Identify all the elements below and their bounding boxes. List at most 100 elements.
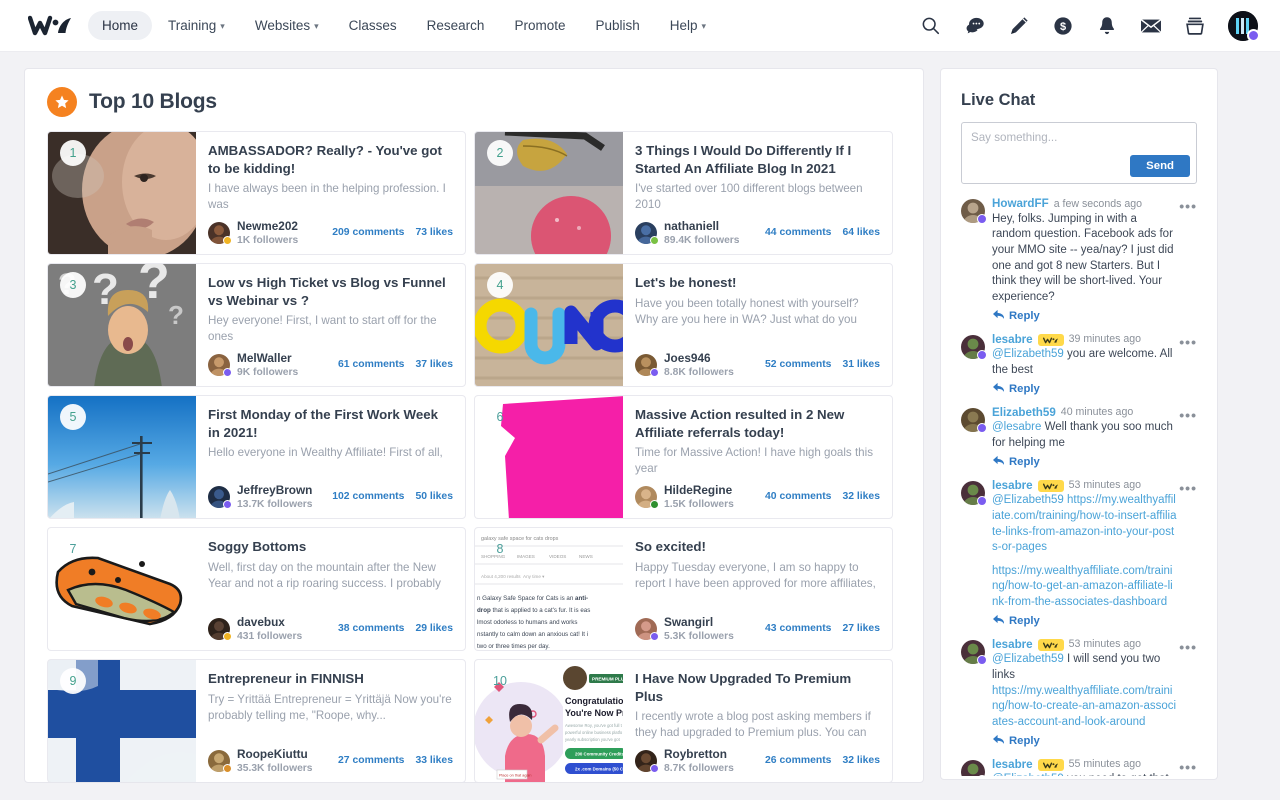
author-name[interactable]: Swangirl (664, 616, 734, 630)
nav-item-research[interactable]: Research (413, 11, 499, 40)
blog-card[interactable]: Place on that again PREMIUM PLUS Congrat… (474, 659, 893, 782)
blog-title[interactable]: Entrepreneur in FINNISH (208, 670, 453, 688)
author-avatar[interactable] (635, 486, 659, 510)
comment-count[interactable]: 38 comments (338, 623, 404, 634)
chat-icon[interactable] (964, 15, 986, 37)
message-more-options-icon[interactable]: ••• (1179, 408, 1197, 422)
author-name[interactable]: nathaniell (664, 220, 740, 234)
like-count[interactable]: 73 likes (415, 227, 453, 238)
author-name[interactable]: davebux (237, 616, 302, 630)
nav-item-help[interactable]: Help ▾ (656, 11, 720, 40)
author-avatar[interactable] (635, 618, 659, 642)
blog-thumbnail[interactable]: 6 (475, 396, 623, 518)
commenter-name[interactable]: HowardFF (992, 198, 1049, 211)
blog-thumbnail[interactable]: 1 (48, 132, 196, 254)
mention-link[interactable]: @lesabre (992, 421, 1041, 433)
blog-title[interactable]: I Have Now Upgraded To Premium Plus (635, 670, 880, 705)
author-name[interactable]: MelWaller (237, 352, 298, 366)
blog-title[interactable]: AMBASSADOR? Really? - You've got to be k… (208, 142, 453, 177)
message-more-options-icon[interactable]: ••• (1179, 199, 1197, 213)
author-name[interactable]: JeffreyBrown (237, 484, 313, 498)
message-more-options-icon[interactable]: ••• (1179, 481, 1197, 495)
reply-button[interactable]: Reply (992, 455, 1177, 469)
commenter-name[interactable]: lesabre (992, 638, 1033, 652)
blog-card[interactable]: 1 AMBASSADOR? Really? - You've got to be… (47, 131, 466, 255)
comment-count[interactable]: 209 comments (332, 227, 404, 238)
comment-count[interactable]: 26 comments (765, 755, 831, 766)
like-count[interactable]: 32 likes (842, 491, 880, 502)
message-more-options-icon[interactable]: ••• (1179, 760, 1197, 774)
blog-title[interactable]: Massive Action resulted in 2 New Affilia… (635, 406, 880, 441)
blog-thumbnail[interactable]: galaxy safe space for cats drops SHOPPIN… (475, 528, 623, 650)
nav-item-training[interactable]: Training ▾ (154, 11, 239, 40)
author-avatar[interactable] (208, 618, 232, 642)
commenter-name[interactable]: Elizabeth59 (992, 406, 1056, 420)
comment-count[interactable]: 52 comments (765, 359, 831, 370)
mention-link[interactable]: @Elizabeth59 (992, 348, 1064, 360)
blog-thumbnail[interactable]: 4 (475, 264, 623, 386)
nav-item-promote[interactable]: Promote (500, 11, 579, 40)
avatar[interactable] (1228, 10, 1260, 42)
mention-link[interactable]: @Elizabeth59 (992, 494, 1064, 506)
comment-count[interactable]: 27 comments (338, 755, 404, 766)
like-count[interactable]: 29 likes (415, 623, 453, 634)
blog-title[interactable]: Let's be honest! (635, 274, 880, 292)
search-icon[interactable] (920, 15, 942, 37)
comment-count[interactable]: 43 comments (765, 623, 831, 634)
blog-title[interactable]: Low vs High Ticket vs Blog vs Funnel vs … (208, 274, 453, 309)
blog-card[interactable]: galaxy safe space for cats drops SHOPPIN… (474, 527, 893, 651)
mail-icon[interactable] (1140, 15, 1162, 37)
commenter-avatar[interactable] (961, 759, 987, 776)
nav-item-home[interactable]: Home (88, 11, 153, 40)
author-name[interactable]: Joes946 (664, 352, 734, 366)
blog-card[interactable]: ? ? ? ? 3 Low vs High Ticket vs Blog vs … (47, 263, 466, 387)
blog-title[interactable]: First Monday of the First Work Week in 2… (208, 406, 453, 441)
chat-input-box[interactable]: Say something... Send (961, 122, 1197, 184)
blog-title[interactable]: 3 Things I Would Do Differently If I Sta… (635, 142, 880, 177)
bell-icon[interactable] (1096, 15, 1118, 37)
author-avatar[interactable] (208, 750, 232, 774)
commenter-avatar[interactable] (961, 639, 987, 665)
commenter-avatar[interactable] (961, 480, 987, 506)
chat-input-placeholder[interactable]: Say something... (962, 123, 1196, 152)
author-name[interactable]: Newme202 (237, 220, 298, 234)
blog-title[interactable]: So excited! (635, 538, 880, 556)
like-count[interactable]: 37 likes (415, 359, 453, 370)
reply-button[interactable]: Reply (992, 614, 1177, 628)
author-avatar[interactable] (635, 354, 659, 378)
chat-message-list[interactable]: HowardFF a few seconds ago Hey, folks. J… (961, 198, 1197, 776)
blog-card[interactable]: 4 Let's be honest! Have you been totally… (474, 263, 893, 387)
mention-link[interactable]: @Elizabeth59 (992, 653, 1064, 665)
author-name[interactable]: RoopeKiuttu (237, 748, 313, 762)
commenter-name[interactable]: lesabre (992, 333, 1033, 347)
blog-card[interactable]: 2 3 Things I Would Do Differently If I S… (474, 131, 893, 255)
comment-count[interactable]: 40 comments (765, 491, 831, 502)
message-link[interactable]: https://my.wealthyaffiliate.com/training… (992, 564, 1177, 611)
reply-button[interactable]: Reply (992, 734, 1177, 748)
blog-card[interactable]: 7 Soggy Bottoms Well, first day on the m… (47, 527, 466, 651)
like-count[interactable]: 50 likes (415, 491, 453, 502)
blog-card[interactable]: 5 First Monday of the First Work Week in… (47, 395, 466, 519)
reply-button[interactable]: Reply (992, 382, 1177, 396)
like-count[interactable]: 31 likes (842, 359, 880, 370)
dollar-icon[interactable]: $ (1052, 15, 1074, 37)
author-avatar[interactable] (208, 486, 232, 510)
wa-logo[interactable] (27, 13, 74, 39)
nav-item-publish[interactable]: Publish (581, 11, 653, 40)
send-button[interactable]: Send (1130, 155, 1190, 177)
like-count[interactable]: 27 likes (842, 623, 880, 634)
blog-thumbnail[interactable]: 5 (48, 396, 196, 518)
like-count[interactable]: 33 likes (415, 755, 453, 766)
commenter-name[interactable]: lesabre (992, 758, 1033, 772)
blog-title[interactable]: Soggy Bottoms (208, 538, 453, 556)
author-name[interactable]: Roybretton (664, 748, 734, 762)
nav-item-websites[interactable]: Websites ▾ (241, 11, 333, 40)
author-avatar[interactable] (208, 354, 232, 378)
blog-thumbnail[interactable]: ? ? ? ? 3 (48, 264, 196, 386)
comment-count[interactable]: 102 comments (332, 491, 404, 502)
nav-item-classes[interactable]: Classes (335, 11, 411, 40)
like-count[interactable]: 64 likes (842, 227, 880, 238)
commenter-avatar[interactable] (961, 199, 987, 224)
author-avatar[interactable] (208, 222, 232, 246)
blog-thumbnail[interactable]: 9 (48, 660, 196, 782)
